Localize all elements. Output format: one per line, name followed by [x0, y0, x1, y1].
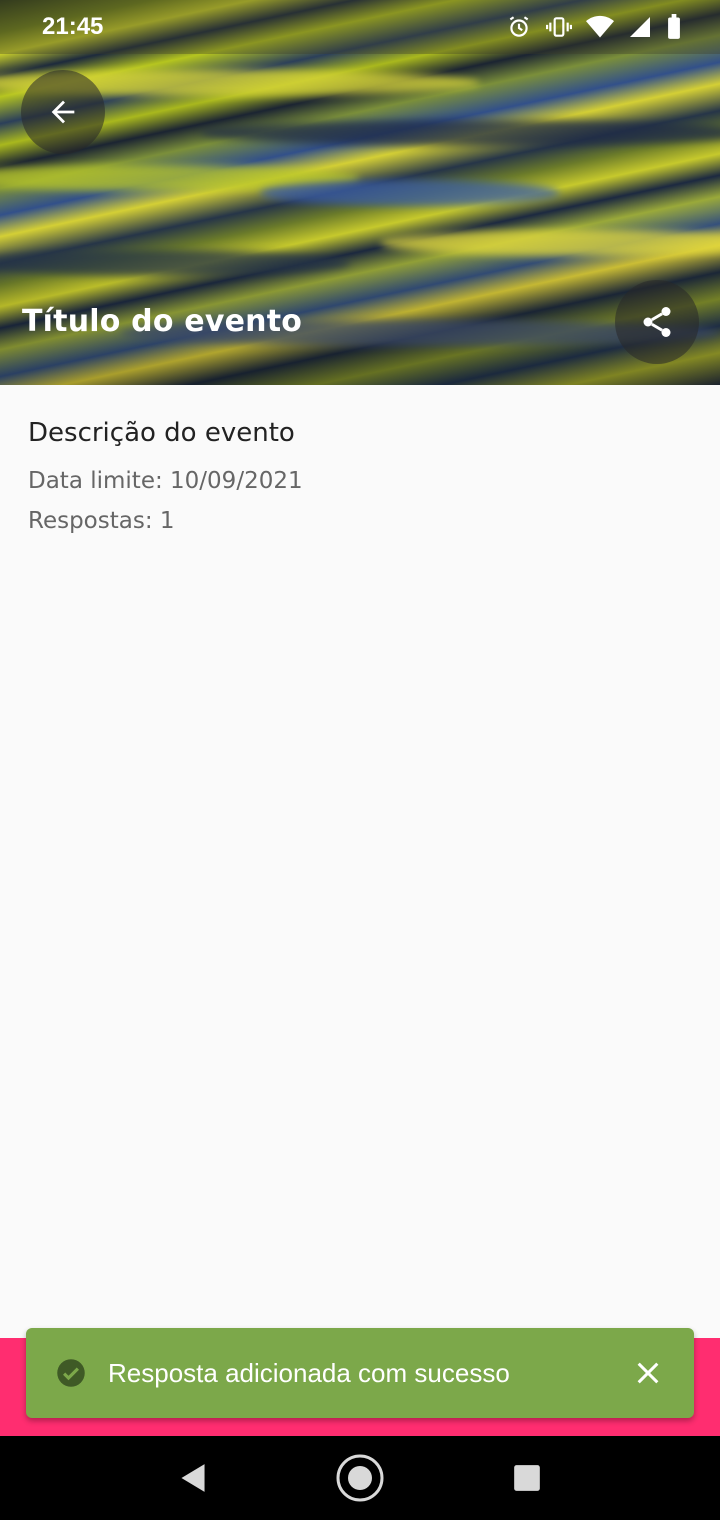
system-nav-bar: [0, 1436, 720, 1520]
close-icon: [637, 1362, 659, 1384]
wifi-icon: [586, 15, 614, 38]
status-bar: 21:45: [0, 0, 720, 54]
snackbar-close-button[interactable]: [630, 1355, 666, 1391]
share-button[interactable]: [615, 280, 699, 364]
arrow-back-icon: [51, 100, 75, 124]
alarm-icon: [509, 16, 529, 37]
back-button[interactable]: [21, 70, 105, 154]
snackbar: Resposta adicionada com sucesso: [26, 1328, 694, 1418]
event-description: Descrição do evento: [28, 418, 295, 448]
battery-icon: [668, 14, 680, 39]
home-nav-icon: [336, 1454, 384, 1502]
event-deadline: Data limite: 10/09/2021: [28, 468, 303, 494]
event-responses: Respostas: 1: [28, 508, 175, 534]
vibrate-icon: [546, 17, 572, 37]
share-icon: [643, 307, 671, 337]
signal-icon: [630, 17, 650, 37]
nav-recents-button[interactable]: [497, 1448, 557, 1508]
recents-nav-icon: [513, 1465, 540, 1491]
event-details: Descrição do evento Data limite: 10/09/2…: [28, 418, 303, 534]
status-time: 21:45: [42, 13, 104, 40]
back-nav-icon: [181, 1464, 205, 1492]
event-title: Título do evento: [22, 304, 303, 339]
snackbar-message: Resposta adicionada com sucesso: [108, 1357, 510, 1388]
nav-back-button[interactable]: [163, 1448, 223, 1508]
nav-home-button[interactable]: [330, 1448, 390, 1508]
check-circle-icon: [57, 1359, 85, 1387]
